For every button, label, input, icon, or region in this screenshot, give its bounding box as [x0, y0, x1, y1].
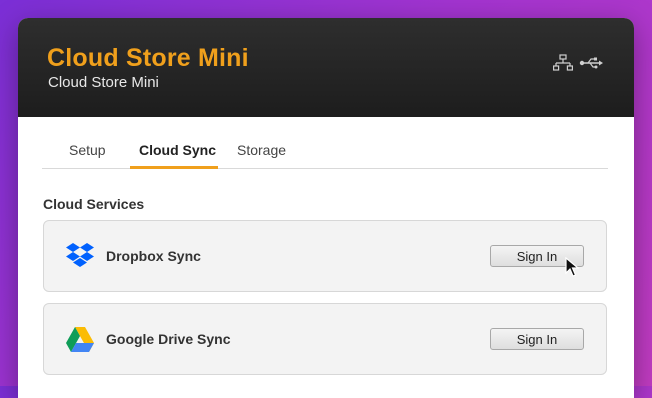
app-header: Cloud Store Mini Cloud Store Mini	[18, 18, 634, 117]
active-tab-indicator	[130, 166, 218, 169]
service-label-google-drive: Google Drive Sync	[106, 331, 231, 347]
tab-setup[interactable]: Setup	[69, 142, 106, 158]
app-window: Cloud Store Mini Cloud Store Mini Setup …	[18, 18, 634, 398]
app-subtitle: Cloud Store Mini	[48, 74, 159, 91]
tabs-divider	[42, 168, 608, 169]
mouse-cursor-icon	[565, 257, 579, 277]
service-label-dropbox: Dropbox Sync	[106, 248, 201, 264]
google-drive-icon	[66, 327, 94, 352]
tab-storage[interactable]: Storage	[237, 142, 286, 158]
service-card-dropbox: Dropbox Sync Sign In	[43, 220, 607, 292]
app-title: Cloud Store Mini	[47, 44, 249, 72]
network-icon[interactable]	[553, 54, 573, 72]
service-card-google-drive: Google Drive Sync Sign In	[43, 303, 607, 375]
google-drive-sign-in-button[interactable]: Sign In	[490, 328, 584, 350]
tab-cloud-sync[interactable]: Cloud Sync	[139, 142, 216, 158]
section-title: Cloud Services	[43, 196, 145, 212]
dropbox-icon	[66, 243, 94, 267]
usb-icon[interactable]	[579, 54, 603, 72]
